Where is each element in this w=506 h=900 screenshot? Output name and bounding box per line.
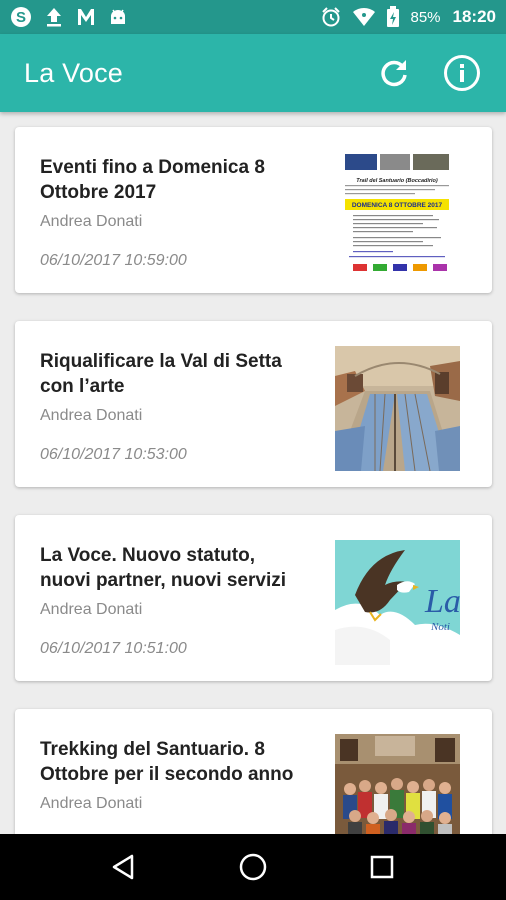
alarm-icon (320, 6, 342, 28)
refresh-icon (381, 60, 407, 87)
article-date: 06/10/2017 10:51:00 (40, 640, 187, 657)
article-title: Riqualificare la Val di Setta con l’arte (40, 351, 282, 397)
gmail-icon (76, 7, 96, 27)
upload-icon (44, 6, 64, 28)
article-thumbnail (335, 734, 460, 834)
android-icon (108, 7, 128, 27)
article-thumbnail (335, 346, 460, 471)
wifi-icon (352, 7, 376, 27)
article-card[interactable]: Eventi fino a Domenica 8 Ottobre 2017 An… (15, 127, 492, 293)
system-icons: 85% 18:20 (320, 6, 496, 28)
article-card[interactable]: La Voce. Nuovo statuto, nuovi partner, n… (15, 515, 492, 681)
article-date: 06/10/2017 10:53:00 (40, 446, 187, 463)
battery-percent: 85% (410, 8, 441, 26)
recents-icon (370, 855, 393, 879)
thumbnail-caption: Trail del Santuario (Boccadirio) (356, 178, 438, 184)
home-button[interactable] (223, 837, 283, 897)
status-bar: S 85% 18:20 (0, 0, 506, 34)
clock: 18:20 (452, 7, 496, 26)
info-icon (444, 55, 480, 91)
article-date: 06/10/2017 10:59:00 (40, 252, 187, 269)
sync-icon: S (10, 6, 32, 28)
battery-icon (386, 6, 400, 28)
article-author: Andrea Donati (40, 601, 143, 618)
article-list[interactable]: Eventi fino a Domenica 8 Ottobre 2017 An… (0, 112, 506, 834)
navigation-bar (0, 834, 506, 900)
article-author: Andrea Donati (40, 407, 143, 424)
article-thumbnail: Trail del Santuario (Boccadirio) DOMENIC… (335, 152, 460, 277)
back-icon (113, 854, 134, 880)
app-title: La Voce (24, 57, 123, 88)
article-title: La Voce. Nuovo statuto, nuovi partner, n… (40, 545, 287, 591)
app-bar: La Voce (0, 34, 506, 112)
thumbnail-logo-text: La (424, 583, 460, 620)
back-button[interactable] (94, 837, 154, 897)
svg-text:S: S (16, 9, 26, 26)
home-icon (239, 853, 267, 881)
notification-icons: S (10, 6, 128, 28)
article-title: Trekking del Santuario. 8 Ottobre per il… (40, 739, 294, 785)
app-bar-actions (374, 53, 482, 93)
thumbnail-headline: DOMENICA 8 OTTOBRE 2017 (352, 202, 443, 209)
thumbnail-logo-subtext: Noti (430, 621, 450, 633)
article-card[interactable]: Trekking del Santuario. 8 Ottobre per il… (15, 709, 492, 834)
recents-button[interactable] (352, 837, 412, 897)
article-card[interactable]: Riqualificare la Val di Setta con l’arte… (15, 321, 492, 487)
refresh-button[interactable] (374, 53, 414, 93)
info-button[interactable] (442, 53, 482, 93)
article-author: Andrea Donati (40, 213, 143, 230)
article-author: Andrea Donati (40, 795, 143, 812)
article-title: Eventi fino a Domenica 8 Ottobre 2017 (40, 157, 265, 203)
article-thumbnail: La Noti (335, 540, 460, 665)
